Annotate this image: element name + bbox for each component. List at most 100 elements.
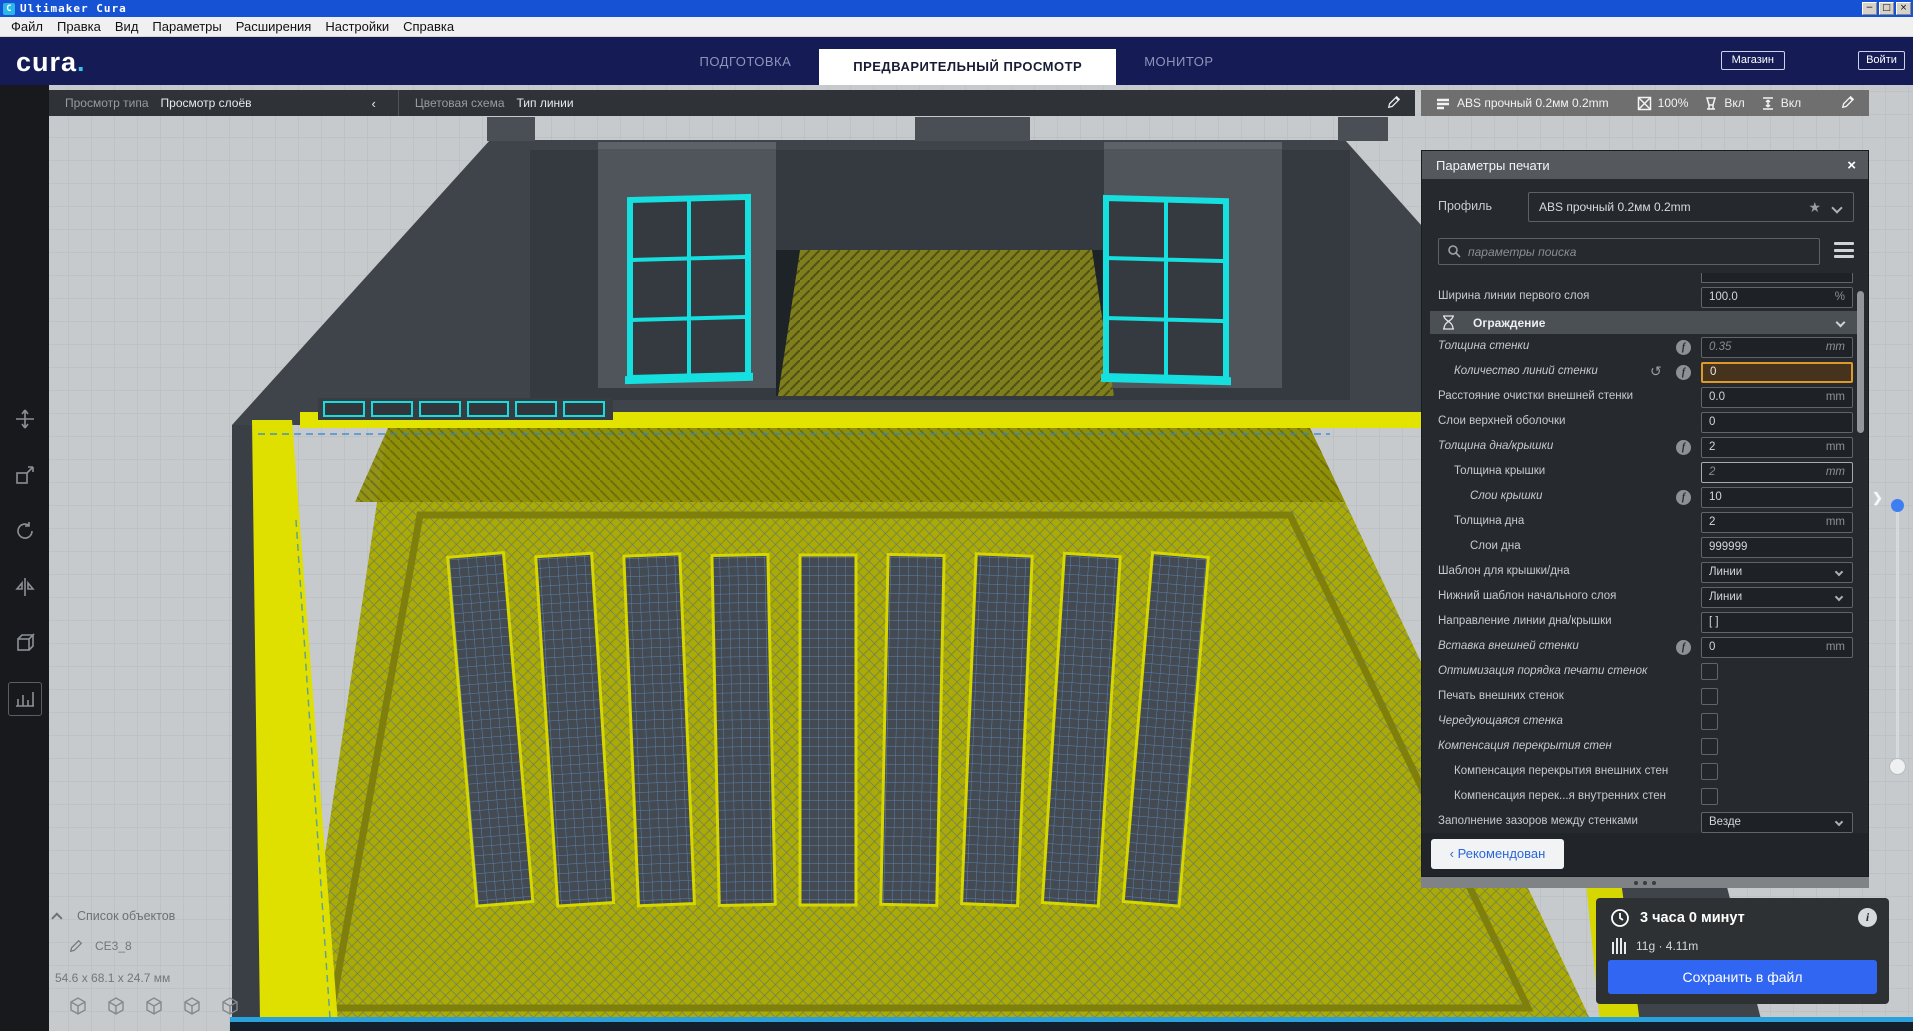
setting-dropdown[interactable]: Везде <box>1701 812 1853 833</box>
setting-row[interactable]: Компенсация перекрытия внешних стен <box>1422 760 1868 785</box>
model-cube-icon[interactable] <box>181 995 203 1018</box>
model-cube-icon[interactable] <box>67 995 89 1018</box>
settings-menu-icon[interactable] <box>1834 242 1854 258</box>
setting-row[interactable]: Нижний шаблон начального слояЛинии <box>1422 585 1868 610</box>
setting-value-field[interactable]: 0 <box>1701 362 1853 383</box>
formula-info-icon[interactable]: f <box>1676 365 1691 380</box>
menu-item[interactable]: Настройки <box>318 17 396 36</box>
object-list-header[interactable]: Список объектов <box>55 909 175 923</box>
formula-info-icon[interactable]: f <box>1676 490 1691 505</box>
recommended-mode-button[interactable]: ‹ Рекомендован <box>1431 839 1564 869</box>
setting-row[interactable]: Ширина линии первого слоя100.0% <box>1422 285 1868 310</box>
save-to-file-button[interactable]: Сохранить в файл <box>1608 960 1877 994</box>
setting-value-field[interactable]: 2mm <box>1701 462 1853 483</box>
setting-row[interactable]: Компенсация перекрытия стен <box>1422 735 1868 760</box>
layer-slider-upper-handle[interactable] <box>1891 499 1904 512</box>
setting-row[interactable]: Толщина дна2mm <box>1422 510 1868 535</box>
move-tool-icon[interactable] <box>8 402 42 436</box>
formula-info-icon[interactable]: f <box>1676 440 1691 455</box>
setting-row[interactable]: Толщина дна/крышкиf2mm <box>1422 435 1868 460</box>
setting-checkbox[interactable] <box>1701 688 1718 705</box>
setting-checkbox[interactable] <box>1701 738 1718 755</box>
os-title-bar[interactable]: C Ultimaker Cura − □ × <box>0 0 1913 17</box>
setting-value-field[interactable]: 0.0mm <box>1701 387 1853 408</box>
setting-value-field[interactable]: 2mm <box>1701 512 1853 533</box>
menu-item[interactable]: Параметры <box>145 17 228 36</box>
setting-row[interactable]: Толщина крышки2mm <box>1422 460 1868 485</box>
setting-row[interactable]: Направление линии дна/крышки[ ] <box>1422 610 1868 635</box>
menu-item[interactable]: Правка <box>50 17 108 36</box>
view-type-value[interactable]: Просмотр слоёв <box>161 96 252 110</box>
setting-checkbox[interactable] <box>1701 788 1718 805</box>
setting-row[interactable]: Толщина стенкиf0.35mm <box>1422 335 1868 360</box>
formula-info-icon[interactable]: f <box>1676 640 1691 655</box>
setting-row[interactable]: Слои дна999999 <box>1422 535 1868 560</box>
support-blocker-icon[interactable] <box>8 682 42 716</box>
setting-row[interactable]: Слои крышкиf10 <box>1422 485 1868 510</box>
setting-dropdown[interactable]: Линии <box>1701 562 1853 583</box>
setting-value-field[interactable]: 10 <box>1701 487 1853 508</box>
setting-row[interactable]: Вставка внешней стенкиf0mm <box>1422 635 1868 660</box>
panel-scrollbar[interactable] <box>1857 291 1864 433</box>
stage-tab[interactable]: МОНИТОР <box>1116 54 1241 69</box>
setting-row[interactable]: Слои верхней оболочки0 <box>1422 410 1868 435</box>
search-input[interactable]: параметры поиска <box>1438 238 1820 265</box>
setting-checkbox[interactable] <box>1701 763 1718 780</box>
marketplace-button[interactable]: Магазин <box>1721 51 1785 70</box>
setting-row[interactable]: Оптимизация порядка печати стенок <box>1422 660 1868 685</box>
setting-value-field[interactable]: 999999 <box>1701 537 1853 558</box>
color-scheme-value[interactable]: Тип линии <box>517 96 574 110</box>
setting-value-field[interactable]: 0.35mm <box>1701 337 1853 358</box>
object-list-item[interactable]: CE3_8 <box>69 939 132 953</box>
formula-info-icon[interactable]: f <box>1676 340 1691 355</box>
setting-value-field[interactable]: 0mm <box>1701 637 1853 658</box>
setting-checkbox[interactable] <box>1701 713 1718 730</box>
model-cube-icon[interactable] <box>143 995 165 1018</box>
rotate-tool-icon[interactable] <box>8 514 42 548</box>
menu-item[interactable]: Расширения <box>229 17 319 36</box>
setting-row[interactable]: Печать внешних стенок <box>1422 685 1868 710</box>
layer-slider-lower-handle[interactable] <box>1889 758 1906 775</box>
collapse-chevron-icon[interactable]: ‹ <box>372 96 376 111</box>
setting-value-field[interactable]: 0 <box>1701 412 1853 433</box>
edit-pencil-icon[interactable] <box>1387 95 1401 112</box>
menu-item[interactable]: Файл <box>4 17 50 36</box>
stage-tab[interactable]: ПОДГОТОВКА <box>671 54 819 69</box>
setting-row[interactable]: Шаблон для крышки/днаЛинии <box>1422 560 1868 585</box>
revert-icon[interactable]: ↺ <box>1650 363 1662 380</box>
sign-in-button[interactable]: Войти <box>1858 51 1905 70</box>
setting-row[interactable]: Количество линий стенки↺f0 <box>1422 360 1868 385</box>
model-cube-icon[interactable] <box>219 995 241 1018</box>
per-model-settings-icon[interactable] <box>8 626 42 660</box>
scale-tool-icon[interactable] <box>8 458 42 492</box>
setting-row[interactable]: Чередующаяся стенка <box>1422 710 1868 735</box>
maximize-button[interactable]: □ <box>1879 2 1894 15</box>
minimize-button[interactable]: − <box>1862 2 1877 15</box>
setting-dropdown[interactable]: Линии <box>1701 587 1853 608</box>
menu-item[interactable]: Вид <box>108 17 146 36</box>
close-button[interactable]: × <box>1896 2 1911 15</box>
model-cube-icon[interactable] <box>105 995 127 1018</box>
layer-slider-track[interactable] <box>1896 500 1899 772</box>
setting-value-field[interactable]: [ ] <box>1701 612 1853 633</box>
setting-value-field[interactable]: 2mm <box>1701 437 1853 458</box>
slider-expand-chevron-icon[interactable]: ❯ <box>1872 490 1883 506</box>
toolbar-divider <box>398 90 399 116</box>
info-icon[interactable]: i <box>1858 908 1877 927</box>
setting-row[interactable]: Компенсация перек...я внутренних стен <box>1422 785 1868 810</box>
setting-row[interactable]: Расстояние очистки внешней стенки0.0mm <box>1422 385 1868 410</box>
star-icon[interactable]: ★ <box>1808 193 1821 221</box>
setting-value-field[interactable]: 100.0% <box>1701 287 1853 308</box>
edit-setup-pencil-icon[interactable] <box>1841 95 1855 112</box>
print-setup-summary-bar[interactable]: ABS прочный 0.2мм 0.2mm 100% Вкл Вкл <box>1421 90 1869 116</box>
menu-item[interactable]: Справка <box>396 17 461 36</box>
settings-section-header[interactable]: Ограждение <box>1422 310 1868 335</box>
stage-tab[interactable]: ПРЕДВАРИТЕЛЬНЫЙ ПРОСМОТР <box>819 49 1116 85</box>
panel-resize-handle[interactable] <box>1421 877 1869 888</box>
mirror-tool-icon[interactable] <box>8 570 42 604</box>
profile-dropdown[interactable]: ABS прочный 0.2мм 0.2mm ★ <box>1528 192 1854 222</box>
setting-checkbox[interactable] <box>1701 663 1718 680</box>
setting-row[interactable]: Заполнение зазоров между стенкамиВезде <box>1422 810 1868 833</box>
panel-header[interactable]: Параметры печати × <box>1422 151 1868 179</box>
close-panel-icon[interactable]: × <box>1847 157 1856 174</box>
